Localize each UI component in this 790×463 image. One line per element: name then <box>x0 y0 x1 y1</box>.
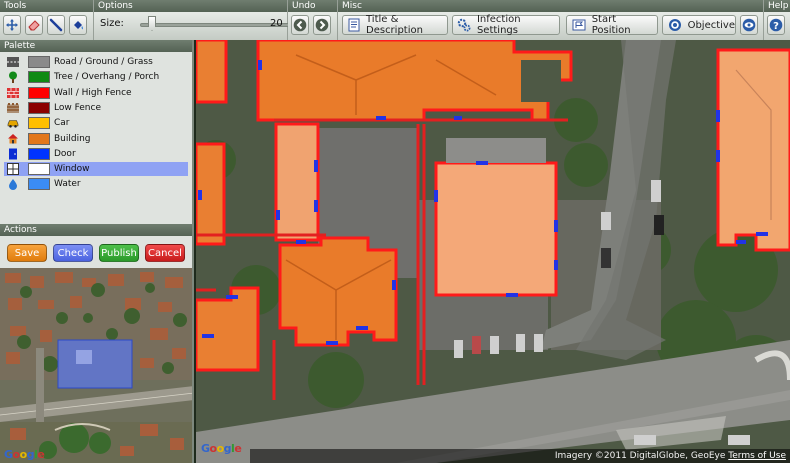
fill-tool-button[interactable] <box>69 15 87 35</box>
document-icon <box>347 18 361 32</box>
palette-item-label: Road / Ground / Grass <box>54 57 153 67</box>
palette-item-wall-high-fence[interactable]: Wall / High Fence <box>4 86 188 100</box>
imagery-credit: Imagery ©2011 DigitalGlobe, GeoEye <box>554 451 726 461</box>
help-group-title: Help <box>764 0 790 12</box>
flag-start-icon <box>571 18 587 32</box>
pan-tool-button[interactable] <box>3 15 21 35</box>
start-position-button[interactable]: Start Position <box>566 14 658 36</box>
save-button[interactable]: Save <box>7 244 47 262</box>
infection-settings-button[interactable]: Infection Settings <box>452 14 560 36</box>
eraser-tool-button[interactable] <box>25 15 43 35</box>
title-description-label: Title & Description <box>366 14 423 36</box>
palette-item-label: Low Fence <box>54 102 101 113</box>
palette-item-water[interactable]: Water <box>4 177 188 191</box>
minimap[interactable]: Google <box>0 268 194 463</box>
redo-button[interactable] <box>313 15 331 35</box>
house-icon <box>6 133 19 145</box>
eraser-icon <box>28 20 40 31</box>
map-attribution: Imagery ©2011 DigitalGlobe, GeoEye Terms… <box>250 449 790 463</box>
tools-group-title: Tools <box>0 0 93 12</box>
color-swatch <box>28 117 50 130</box>
minimap-google-logo: Google <box>4 448 45 461</box>
palette-item-building[interactable]: Building <box>4 132 188 146</box>
infection-settings-label: Infection Settings <box>476 14 521 36</box>
palette-title: Palette <box>0 40 192 52</box>
undo-group: Undo <box>288 0 338 40</box>
palette-item-tree-overhang-porch[interactable]: Tree / Overhang / Porch <box>4 70 188 84</box>
line-icon <box>49 18 63 32</box>
line-tool-button[interactable] <box>47 15 65 35</box>
options-group-title: Options <box>94 0 287 12</box>
check-button[interactable]: Check <box>53 244 93 262</box>
palette-item-label: Water <box>54 179 81 190</box>
palette-item-label: Tree / Overhang / Porch <box>54 72 160 83</box>
palette-panel: Palette Road / Ground / Grass Tree / Over… <box>0 40 192 222</box>
window-icon <box>6 163 19 176</box>
color-swatch <box>28 163 50 176</box>
tree-icon <box>6 71 19 84</box>
help-group: Help ? <box>764 0 790 40</box>
palette-item-low-fence[interactable]: Low Fence <box>4 101 188 115</box>
cancel-button[interactable]: Cancel <box>145 244 185 262</box>
arrow-left-icon <box>293 18 307 32</box>
palette-item-car[interactable]: Car <box>4 116 188 130</box>
road-icon <box>6 56 19 68</box>
door-icon <box>6 148 19 160</box>
palette-item-label: Wall / High Fence <box>54 87 132 98</box>
palette-item-road-ground-grass[interactable]: Road / Ground / Grass <box>4 55 188 69</box>
gears-icon <box>457 18 472 32</box>
svg-text:?: ? <box>773 21 779 32</box>
color-swatch <box>28 101 50 114</box>
palette-item-label: Building <box>54 133 91 144</box>
water-icon <box>6 178 19 191</box>
toggle-view-button[interactable] <box>740 15 758 35</box>
color-swatch <box>28 86 50 99</box>
title-description-button[interactable]: Title & Description <box>342 14 448 36</box>
car-icon <box>6 117 19 129</box>
brick-wall-icon <box>6 87 19 99</box>
fence-icon <box>6 102 19 114</box>
color-swatch <box>28 56 50 68</box>
palette-item-label: Car <box>54 118 70 129</box>
publish-button[interactable]: Publish <box>99 244 139 262</box>
palette-item-label: Window <box>54 164 90 175</box>
misc-group: Misc Title & Description Infection Setti… <box>338 0 764 40</box>
objective-button[interactable]: Objective <box>662 15 736 35</box>
undo-group-title: Undo <box>288 0 337 12</box>
palette-item-door[interactable]: Door <box>4 147 188 161</box>
palette-item-window[interactable]: Window <box>4 162 188 177</box>
help-button[interactable]: ? <box>767 15 785 35</box>
map-canvas[interactable]: Google Imagery ©2011 DigitalGlobe, GeoEy… <box>196 40 790 463</box>
color-swatch <box>28 147 50 160</box>
size-label: Size: <box>100 18 124 29</box>
eye-icon <box>742 18 756 32</box>
color-swatch <box>28 132 50 145</box>
map-google-logo: Google <box>201 442 242 455</box>
toolbar: Tools Options Size: 20 Undo Misc Title &… <box>0 0 790 40</box>
actions-panel: Actions Save Check Publish Cancel <box>0 224 192 268</box>
objective-label: Objective <box>687 19 735 31</box>
start-position-label: Start Position <box>591 14 631 36</box>
arrow-right-icon <box>315 18 329 32</box>
paint-bucket-icon <box>74 21 83 30</box>
undo-button[interactable] <box>291 15 309 35</box>
misc-group-title: Misc <box>338 0 763 12</box>
target-icon <box>667 18 683 32</box>
minimap-satellite-image <box>0 268 192 463</box>
satellite-map-image <box>196 40 790 463</box>
left-panel: Palette Road / Ground / Grass Tree / Over… <box>0 40 194 268</box>
options-group: Options Size: 20 <box>94 0 350 40</box>
palette-item-label: Door <box>54 148 76 159</box>
size-value: 20 <box>270 18 283 29</box>
actions-title: Actions <box>0 224 192 236</box>
tools-group: Tools <box>0 0 94 40</box>
color-swatch <box>28 71 50 84</box>
move-arrows-icon <box>6 19 18 31</box>
size-slider-thumb[interactable] <box>148 16 156 31</box>
question-mark-icon: ? <box>769 18 783 32</box>
color-swatch <box>28 178 50 191</box>
terms-of-use-link[interactable]: Terms of Use <box>728 451 786 461</box>
